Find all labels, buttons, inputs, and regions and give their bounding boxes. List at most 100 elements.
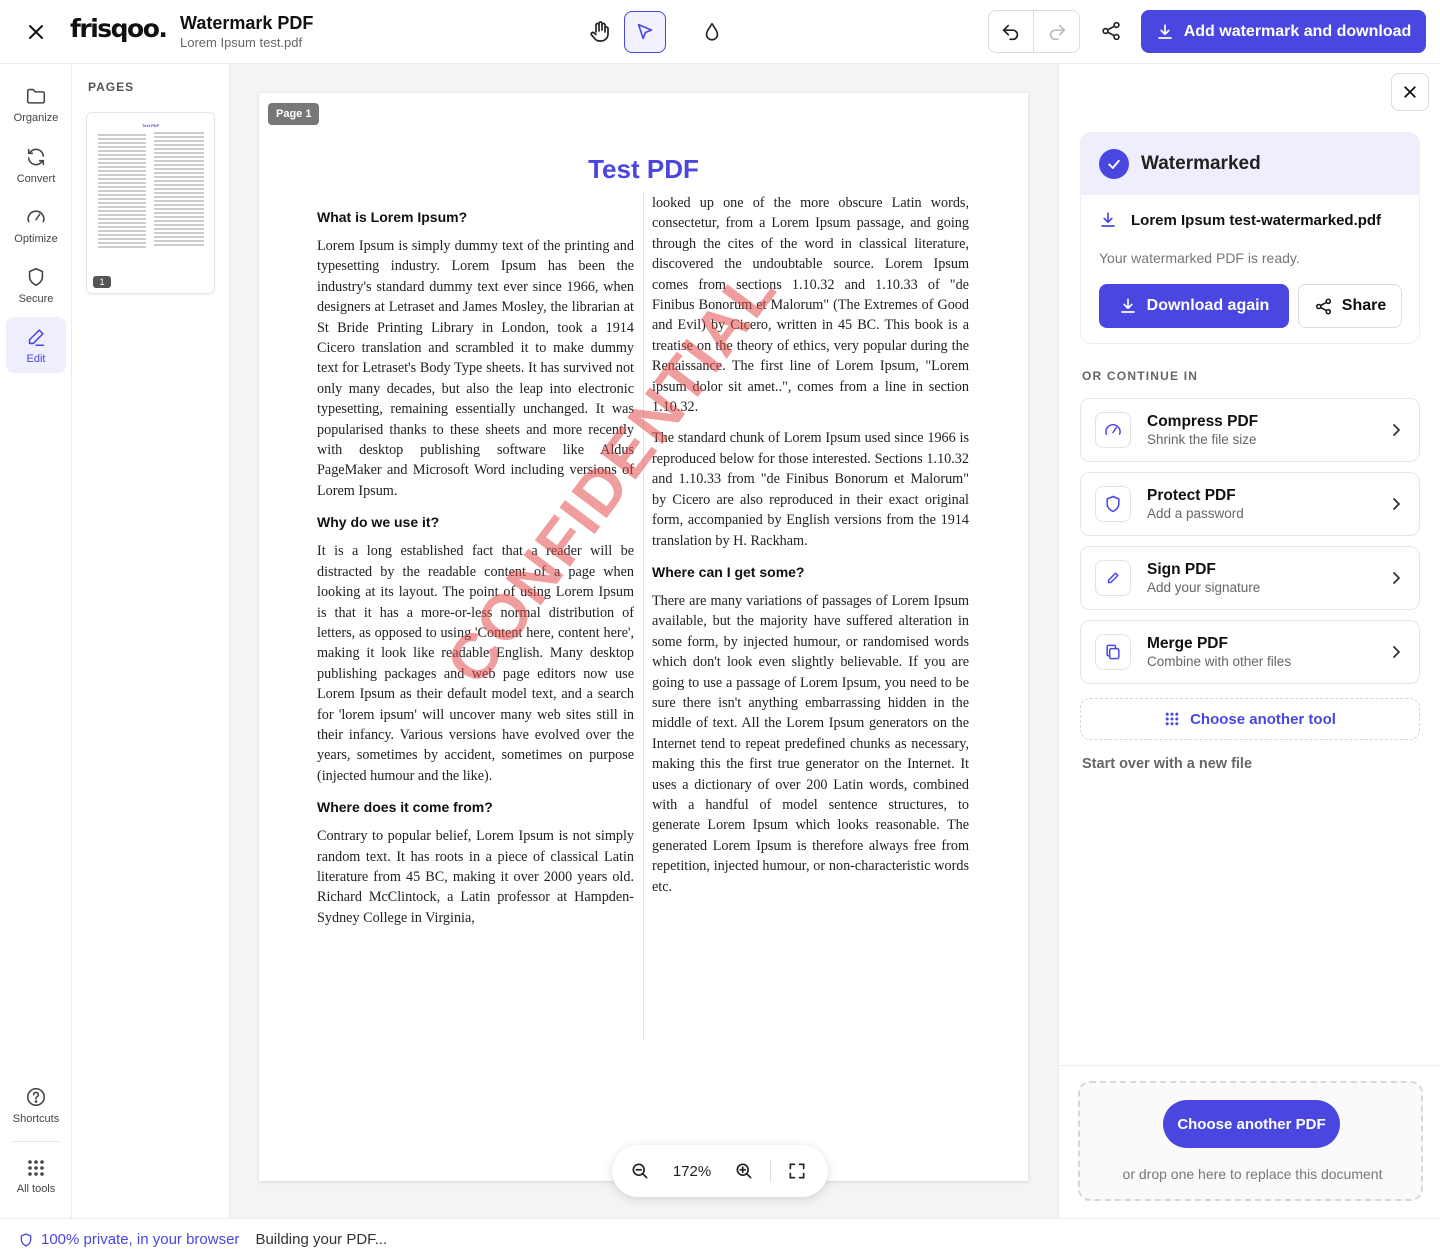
- share-button[interactable]: [1094, 14, 1128, 48]
- right-column: looked up one of the more obscure Latin …: [652, 193, 969, 908]
- section-body: The standard chunk of Lorem Ipsum used s…: [652, 430, 969, 549]
- tool-card-compress[interactable]: Compress PDF Shrink the file size: [1080, 398, 1420, 462]
- result-ready-text: Your watermarked PDF is ready.: [1099, 250, 1300, 266]
- select-tool-button[interactable]: [624, 11, 666, 53]
- chevron-right-icon: [1393, 572, 1400, 584]
- section-body: looked up one of the more obscure Latin …: [652, 195, 969, 416]
- refresh-icon: [27, 148, 45, 165]
- tool-title: Sign PDF: [1147, 561, 1216, 578]
- pages-heading: PAGES: [88, 80, 135, 94]
- chevron-right-icon: [1393, 424, 1400, 436]
- zoom-out-button[interactable]: [620, 1151, 660, 1191]
- rail-item-convert[interactable]: Convert: [6, 137, 66, 193]
- rail-item-shortcuts[interactable]: Shortcuts: [6, 1077, 66, 1133]
- section-body: It is a long established fact that a rea…: [317, 543, 634, 784]
- chevron-right-icon: [1393, 498, 1400, 510]
- close-icon: [1404, 86, 1416, 98]
- privacy-status: 100% private, in your browser: [18, 1231, 239, 1248]
- pages-panel: PAGES Test PDF 1: [72, 64, 230, 1218]
- rail-label-organize: Organize: [13, 111, 59, 124]
- close-panel-button[interactable]: [1391, 73, 1429, 111]
- pdf-page[interactable]: Page 1 Test PDF What is Lorem Ipsum? Lor…: [259, 93, 1028, 1181]
- column-divider: [643, 193, 644, 1041]
- thumbnail-title: Test PDF: [141, 123, 160, 128]
- tool-subtitle: Shrink the file size: [1147, 432, 1257, 447]
- share-result-button[interactable]: Share: [1298, 284, 1402, 328]
- section-body: There are many variations of passages of…: [652, 592, 969, 895]
- add-watermark-download-label: Add watermark and download: [1183, 22, 1412, 40]
- tool-card-protect[interactable]: Protect PDF Add a password: [1080, 472, 1420, 536]
- help-icon: [26, 1087, 46, 1106]
- rail-label-shortcuts: Shortcuts: [12, 1112, 60, 1125]
- rail-item-organize[interactable]: Organize: [6, 76, 66, 132]
- close-icon: [29, 25, 43, 39]
- rail-label-optimize: Optimize: [14, 232, 58, 245]
- rail-item-secure[interactable]: Secure: [6, 257, 66, 313]
- left-column: What is Lorem Ipsum? Lorem Ipsum is simp…: [317, 207, 634, 939]
- rail-label-secure: Secure: [18, 292, 54, 305]
- zoom-separator: [770, 1160, 771, 1182]
- zoom-in-icon: [736, 1163, 752, 1179]
- share-icon: [1315, 298, 1331, 314]
- hand-icon: [590, 21, 609, 42]
- undo-button[interactable]: [989, 11, 1035, 52]
- title-block: Watermark PDF Lorem Ipsum test.pdf: [180, 13, 313, 50]
- download-icon: [1101, 212, 1115, 227]
- result-file-link[interactable]: Lorem Ipsum test-watermarked.pdf: [1099, 211, 1381, 229]
- hand-tool-button[interactable]: [579, 11, 621, 53]
- thumbnail-preview: [98, 132, 204, 248]
- document-canvas[interactable]: Page 1 Test PDF What is Lorem Ipsum? Lor…: [230, 64, 1058, 1218]
- zoom-out-icon: [632, 1163, 648, 1179]
- start-over-link[interactable]: Start over with a new file: [1082, 756, 1252, 772]
- grid-icon: [1165, 712, 1179, 726]
- choose-another-tool-button[interactable]: Choose another tool: [1080, 698, 1420, 740]
- tool-subtitle: Combine with other files: [1147, 654, 1292, 669]
- tool-title: Merge PDF: [1147, 635, 1228, 652]
- page-thumbnail[interactable]: Test PDF 1: [86, 112, 215, 294]
- shield-icon: [1095, 486, 1131, 522]
- history-group: [988, 10, 1080, 53]
- section-heading: Why do we use it?: [317, 514, 440, 531]
- rail-item-optimize[interactable]: Optimize: [6, 197, 66, 253]
- gauge-icon: [27, 209, 45, 222]
- section-heading: What is Lorem Ipsum?: [317, 209, 468, 225]
- right-panel: Watermarked Lorem Ipsum test-watermarked…: [1058, 64, 1440, 1218]
- choose-another-pdf-button[interactable]: Choose another PDF: [1163, 1100, 1340, 1148]
- drop-zone[interactable]: Choose another PDF or drop one here to r…: [1078, 1081, 1423, 1201]
- rail-item-all-tools[interactable]: All tools: [6, 1148, 66, 1204]
- rail-divider: [12, 1141, 60, 1142]
- page-title: Watermark PDF: [180, 13, 314, 33]
- add-watermark-download-button[interactable]: Add watermark and download: [1141, 10, 1426, 53]
- watermark-tool-button[interactable]: [691, 11, 733, 53]
- download-again-button[interactable]: Download again: [1099, 284, 1289, 328]
- pointer-icon: [637, 23, 653, 40]
- status-bar: 100% private, in your browser Building y…: [0, 1218, 1440, 1260]
- tool-card-merge[interactable]: Merge PDF Combine with other files: [1080, 620, 1420, 684]
- logo[interactable]: frisqoo.: [70, 14, 168, 43]
- page-tag: Page 1: [268, 103, 320, 125]
- share-label: Share: [1341, 297, 1387, 314]
- zoom-level: 172%: [672, 1162, 712, 1180]
- drop-hint: or drop one here to replace this documen…: [1122, 1166, 1383, 1182]
- pen-icon: [28, 328, 45, 346]
- result-file-name: Lorem Ipsum test-watermarked.pdf: [1131, 211, 1382, 229]
- tool-title: Compress PDF: [1147, 413, 1259, 430]
- pen-icon: [1095, 560, 1131, 596]
- left-rail: Organize Convert Optimize Secure Edit Sh…: [0, 64, 72, 1218]
- fullscreen-button[interactable]: [777, 1151, 817, 1191]
- tool-card-sign[interactable]: Sign PDF Add your signature: [1080, 546, 1420, 610]
- folder-icon: [26, 88, 46, 104]
- shield-icon: [28, 267, 44, 286]
- result-card: Watermarked Lorem Ipsum test-watermarked…: [1080, 132, 1420, 344]
- zoom-in-button[interactable]: [724, 1151, 764, 1191]
- section-heading: Where can I get some?: [652, 563, 805, 580]
- redo-button[interactable]: [1034, 11, 1079, 52]
- zoom-bar: 172%: [612, 1145, 828, 1197]
- rail-label-convert: Convert: [16, 172, 56, 185]
- rail-label-all-tools: All tools: [16, 1182, 56, 1195]
- close-editor-button[interactable]: [22, 18, 50, 46]
- page-number-badge: 1: [93, 276, 111, 288]
- check-icon: [1099, 149, 1129, 179]
- rail-item-edit[interactable]: Edit: [6, 317, 66, 373]
- panel-divider: [1059, 1065, 1440, 1066]
